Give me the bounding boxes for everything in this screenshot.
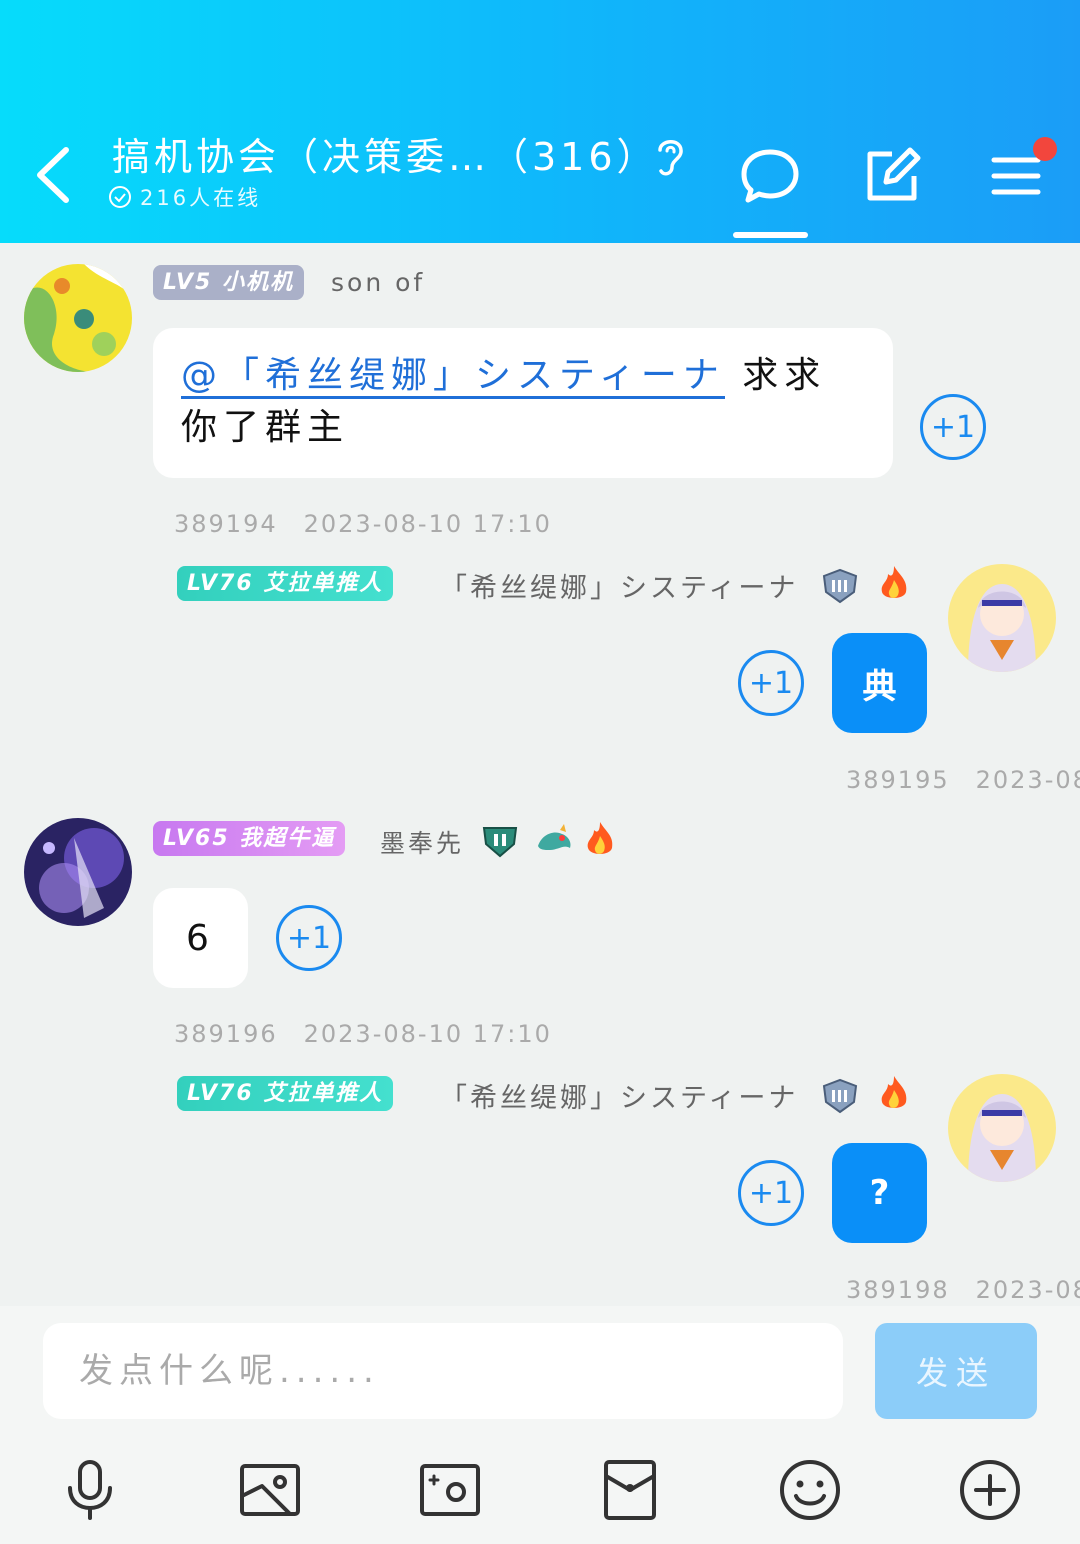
emoji-icon[interactable] <box>778 1458 842 1522</box>
plus-one-button[interactable]: +1 <box>738 1160 804 1226</box>
top-bar: 搞机协会（决策委…（316） 216人在线 <box>0 0 1080 243</box>
message-meta: 389196 2023-08-10 17:10 <box>174 1020 552 1048</box>
shield-emblem-icon <box>482 827 518 858</box>
edit-icon[interactable] <box>862 146 922 206</box>
plus-one-button[interactable]: +1 <box>276 905 342 971</box>
chat-tab-indicator <box>733 232 808 238</box>
message-id: 389198 <box>846 1276 950 1304</box>
online-label: 216人在线 <box>140 186 262 210</box>
message-bubble[interactable]: @「希丝缇娜」システィーナ 求求你了群主 <box>153 328 893 478</box>
image-icon[interactable] <box>238 1458 302 1522</box>
level-title: 艾拉单推人 <box>263 1081 384 1106</box>
mention-link[interactable]: @「希丝缇娜」システィーナ <box>181 355 725 399</box>
back-icon[interactable] <box>30 142 80 208</box>
message-id: 389194 <box>174 510 278 538</box>
dragon-icon <box>538 824 571 850</box>
message-time: 2023-08-10 17:10 <box>303 1020 552 1048</box>
sender-nick[interactable]: 「希丝缇娜」システィーナ <box>440 566 798 605</box>
message-bubble[interactable]: ? <box>832 1143 927 1243</box>
send-button[interactable]: 发送 <box>875 1323 1037 1419</box>
chat-icon[interactable] <box>740 146 800 206</box>
message-input-container[interactable] <box>43 1323 843 1419</box>
level-badge: LV76 艾拉单推人 <box>177 1076 394 1111</box>
avatar[interactable] <box>24 818 132 926</box>
sender-nick[interactable]: 「希丝缇娜」システィーナ <box>440 1076 798 1115</box>
shield-emblem-icon <box>822 568 858 604</box>
level-text: LV76 <box>187 1081 254 1106</box>
camera-icon[interactable] <box>418 1458 482 1522</box>
message-time: 2023-08-10 17:10 <box>303 510 552 538</box>
message-bubble[interactable]: 6 <box>153 888 248 988</box>
level-text: LV76 <box>187 571 254 596</box>
avatar[interactable] <box>948 1074 1056 1182</box>
message-meta: 389195 2023-08- <box>846 766 1080 794</box>
level-title: 我超牛逼 <box>239 826 336 851</box>
avatar[interactable] <box>948 564 1056 672</box>
level-badge: LV76 艾拉单推人 <box>177 566 394 601</box>
notification-dot <box>1033 137 1057 161</box>
fire-icon <box>587 822 613 854</box>
plus-one-button[interactable]: +1 <box>738 650 804 716</box>
message-meta: 389194 2023-08-10 17:10 <box>174 510 552 538</box>
message-bubble[interactable]: 典 <box>832 633 927 733</box>
ear-icon[interactable] <box>650 134 690 178</box>
fire-icon <box>881 1076 907 1108</box>
message-input[interactable] <box>43 1323 843 1419</box>
message-meta: 389198 2023-08- <box>846 1276 1080 1304</box>
level-title: 小机机 <box>222 270 295 295</box>
red-packet-icon[interactable] <box>598 1458 662 1522</box>
level-badge: LV5 小机机 <box>153 265 305 300</box>
level-badge: LV65 我超牛逼 <box>153 821 346 856</box>
online-count: 216人在线 <box>108 182 261 212</box>
sender-nick[interactable]: 墨奉先 <box>380 824 464 860</box>
level-title: 艾拉单推人 <box>263 571 384 596</box>
plus-icon[interactable] <box>958 1458 1022 1522</box>
message-id: 389196 <box>174 1020 278 1048</box>
shield-emblem-icon <box>822 1078 858 1114</box>
microphone-icon[interactable] <box>58 1458 122 1522</box>
plus-one-button[interactable]: +1 <box>920 394 986 460</box>
message-id: 389195 <box>846 766 950 794</box>
check-circle-icon <box>109 186 131 208</box>
level-text: LV5 <box>163 270 213 295</box>
fire-icon <box>881 566 907 598</box>
sender-nick[interactable]: son of <box>331 268 425 297</box>
level-text: LV65 <box>163 826 230 851</box>
message-time: 2023-08- <box>975 766 1080 794</box>
message-time: 2023-08- <box>975 1276 1080 1304</box>
avatar[interactable] <box>24 264 132 372</box>
group-title[interactable]: 搞机协会（决策委…（316） <box>112 126 712 181</box>
